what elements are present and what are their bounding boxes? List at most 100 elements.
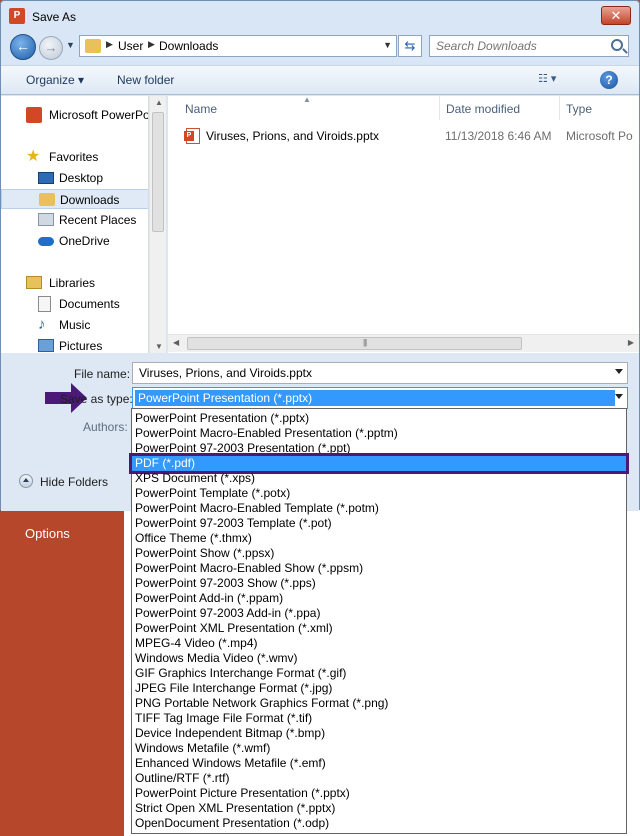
file-list: ▲ Name Date modified Type Viruses, Prion… <box>168 96 639 353</box>
search-icon[interactable] <box>611 39 623 51</box>
save-type-option[interactable]: Device Independent Bitmap (*.bmp) <box>132 726 626 741</box>
sort-ascending-icon: ▲ <box>303 96 311 104</box>
command-toolbar: Organize ▾ New folder ☷ ▾ ? <box>1 65 639 95</box>
close-button[interactable]: ✕ <box>601 6 631 25</box>
breadcrumb-chevron-icon[interactable]: ▶ <box>106 39 113 50</box>
back-button[interactable]: ← <box>10 34 36 60</box>
sidebar-item-pictures[interactable]: Pictures <box>1 336 148 353</box>
sidebar-item-music[interactable]: ♪ Music <box>1 315 148 335</box>
column-header-date[interactable]: Date modified <box>440 96 560 120</box>
scroll-thumb[interactable] <box>152 112 164 232</box>
column-header-name[interactable]: ▲ Name <box>168 96 440 120</box>
sidebar-item-powerpoint[interactable]: Microsoft PowerPoint <box>1 105 148 125</box>
save-type-option[interactable]: PowerPoint 97-2003 Template (*.pot) <box>132 516 626 531</box>
file-date: 11/13/2018 6:46 AM <box>445 129 552 143</box>
address-bar[interactable]: ▶ User ▶ Downloads ▼ <box>79 35 397 57</box>
column-date-label: Date modified <box>446 102 521 116</box>
breadcrumb-user[interactable]: User <box>118 39 143 53</box>
sidebar-item-favorites[interactable]: ★ Favorites <box>1 147 148 167</box>
save-type-option[interactable]: PowerPoint Add-in (*.ppam) <box>132 591 626 606</box>
sidebar-item-label: Documents <box>59 297 120 311</box>
scroll-thumb[interactable]: ||| <box>187 337 522 350</box>
view-options-icon[interactable]: ☷ ▾ <box>538 72 570 90</box>
save-as-type-select[interactable]: PowerPoint Presentation (*.pptx) <box>132 387 628 409</box>
organize-button[interactable]: Organize ▾ <box>26 73 84 87</box>
options-menu-item[interactable]: Options <box>25 526 70 541</box>
save-type-option[interactable]: OpenDocument Presentation (*.odp) <box>132 816 626 831</box>
save-type-option[interactable]: Strict Open XML Presentation (*.pptx) <box>132 801 626 816</box>
star-icon: ★ <box>26 148 41 165</box>
save-type-option[interactable]: Outline/RTF (*.rtf) <box>132 771 626 786</box>
authors-label: Authors: <box>83 420 128 434</box>
powerpoint-icon <box>26 107 42 123</box>
navigation-scrollbar[interactable]: ▲ ▼ <box>149 96 166 353</box>
pptx-file-icon <box>184 128 200 144</box>
sidebar-item-onedrive[interactable]: OneDrive <box>1 231 148 251</box>
forward-button[interactable]: → <box>39 36 63 60</box>
file-type: Microsoft Po <box>566 129 633 143</box>
recent-locations-dropdown[interactable]: ▼ <box>66 40 75 50</box>
save-type-option[interactable]: PowerPoint 97-2003 Add-in (*.ppa) <box>132 606 626 621</box>
navigation-pane: Microsoft PowerPoint ★ Favorites Desktop… <box>1 96 149 353</box>
save-type-option[interactable]: PowerPoint XML Presentation (*.xml) <box>132 621 626 636</box>
sidebar-item-recent-places[interactable]: Recent Places <box>1 210 148 230</box>
sidebar-item-label: OneDrive <box>59 234 110 248</box>
filename-field[interactable]: Viruses, Prions, and Viroids.pptx <box>132 362 628 384</box>
chevron-down-icon[interactable] <box>615 394 623 399</box>
column-header-type[interactable]: Type <box>560 96 639 120</box>
save-type-option[interactable]: PowerPoint 97-2003 Presentation (*.ppt) <box>132 441 626 456</box>
selected-type-text: PowerPoint Presentation (*.pptx) <box>138 391 313 405</box>
sidebar-item-downloads[interactable]: Downloads <box>1 189 148 209</box>
save-type-option[interactable]: Office Theme (*.thmx) <box>132 531 626 546</box>
search-input[interactable] <box>436 39 601 53</box>
save-type-option[interactable]: Windows Metafile (*.wmf) <box>132 741 626 756</box>
save-type-option[interactable]: PowerPoint Show (*.ppsx) <box>132 546 626 561</box>
save-type-option[interactable]: PowerPoint 97-2003 Show (*.pps) <box>132 576 626 591</box>
navigation-row: ← → ▼ ▶ User ▶ Downloads ▼ ⇆ <box>1 31 639 63</box>
breadcrumb-downloads[interactable]: Downloads <box>159 39 218 53</box>
sidebar-item-libraries[interactable]: Libraries <box>1 273 148 293</box>
sidebar-item-label: Music <box>59 318 91 332</box>
save-type-option[interactable]: JPEG File Interchange Format (*.jpg) <box>132 681 626 696</box>
sidebar-item-label: Recent Places <box>59 213 137 227</box>
save-type-option[interactable]: PowerPoint Picture Presentation (*.pptx) <box>132 786 626 801</box>
search-box[interactable] <box>429 35 629 57</box>
file-name: Viruses, Prions, and Viroids.pptx <box>206 129 379 143</box>
scroll-down-icon[interactable]: ▼ <box>155 342 163 351</box>
new-folder-button[interactable]: New folder <box>117 73 174 87</box>
save-type-option[interactable]: GIF Graphics Interchange Format (*.gif) <box>132 666 626 681</box>
selected-type: PowerPoint Presentation (*.pptx) <box>135 390 615 406</box>
save-type-option[interactable]: PNG Portable Network Graphics Format (*.… <box>132 696 626 711</box>
refresh-button[interactable]: ⇆ <box>398 35 422 57</box>
file-row[interactable]: Viruses, Prions, and Viroids.pptx 11/13/… <box>178 126 639 146</box>
save-type-option[interactable]: Enhanced Windows Metafile (*.emf) <box>132 756 626 771</box>
help-icon[interactable]: ? <box>600 71 618 89</box>
sidebar-item-label: Pictures <box>59 339 103 353</box>
sidebar-item-documents[interactable]: Documents <box>1 294 148 314</box>
sidebar-item-label: Favorites <box>49 150 99 164</box>
chevron-down-icon[interactable] <box>615 369 623 374</box>
save-type-option[interactable]: Windows Media Video (*.wmv) <box>132 651 626 666</box>
horizontal-scrollbar[interactable]: ◀ ||| ▶ <box>168 334 639 352</box>
sidebar-item-desktop[interactable]: Desktop <box>1 168 148 188</box>
save-type-option[interactable]: XPS Document (*.xps) <box>132 471 626 486</box>
save-type-option[interactable]: PowerPoint Presentation (*.pptx) <box>132 411 626 426</box>
filename-value: Viruses, Prions, and Viroids.pptx <box>139 366 312 380</box>
save-type-option-selected[interactable]: PDF (*.pdf) <box>129 453 629 474</box>
save-type-option[interactable]: PowerPoint Macro-Enabled Template (*.pot… <box>132 501 626 516</box>
scroll-right-icon[interactable]: ▶ <box>628 338 634 347</box>
savetype-label: Save as type: <box>60 392 133 406</box>
save-type-option[interactable]: MPEG-4 Video (*.mp4) <box>132 636 626 651</box>
save-type-option[interactable]: PowerPoint Macro-Enabled Presentation (*… <box>132 426 626 441</box>
address-dropdown-icon[interactable]: ▼ <box>383 40 392 50</box>
scroll-up-icon[interactable]: ▲ <box>155 98 163 107</box>
dialog-title: Save As <box>32 10 77 24</box>
sidebar-item-label: Libraries <box>49 276 96 290</box>
save-type-option[interactable]: PowerPoint Macro-Enabled Show (*.ppsm) <box>132 561 626 576</box>
save-type-option[interactable]: TIFF Tag Image File Format (*.tif) <box>132 711 626 726</box>
breadcrumb-chevron-icon[interactable]: ▶ <box>148 39 155 50</box>
scroll-left-icon[interactable]: ◀ <box>173 338 179 347</box>
column-type-label: Type <box>566 102 593 116</box>
save-type-option[interactable]: PowerPoint Template (*.potx) <box>132 486 626 501</box>
folder-icon <box>85 39 101 53</box>
